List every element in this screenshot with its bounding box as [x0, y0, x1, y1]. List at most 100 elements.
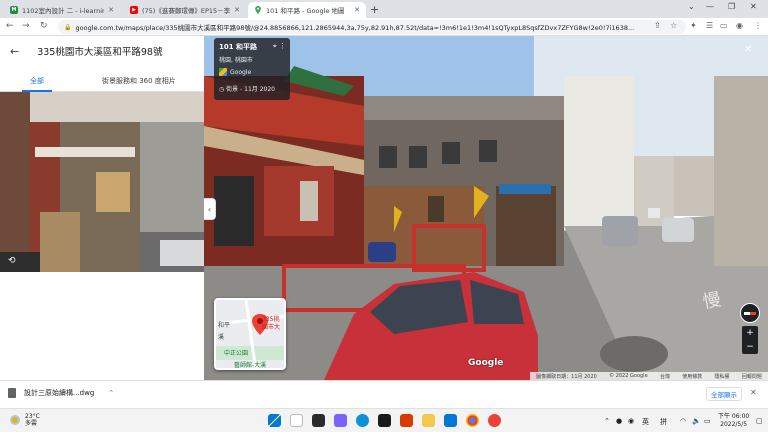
place-side-panel: ← 335桃園市大溪區和平路98號 全部 街景服務和 360 度相片 ⟲	[0, 36, 204, 380]
show-all-button[interactable]: 全部顯示	[706, 387, 742, 401]
attribution-bar: 圖像擷取日期：11月 2020 © 2022 Google 台灣 使用條款 隱私…	[530, 372, 768, 380]
zoom-in-button[interactable]: +	[742, 326, 758, 340]
weather-widget[interactable]: 23°C 多雲	[10, 413, 40, 427]
edge-icon[interactable]	[356, 414, 369, 427]
region-link[interactable]: 台灣	[660, 373, 670, 380]
search-icon[interactable]	[290, 414, 303, 427]
volume-icon[interactable]: 🔈	[692, 417, 701, 425]
maps-favicon-icon	[254, 6, 262, 14]
collapse-panel-button[interactable]: ‹	[204, 198, 216, 220]
ime-mode[interactable]: 拼	[660, 417, 667, 427]
battery-icon[interactable]: ▭	[704, 417, 711, 425]
share-icon[interactable]: ⇪	[654, 21, 661, 30]
weather-temp: 23°C	[25, 413, 40, 420]
pin-icon[interactable]: ⌖	[273, 42, 277, 50]
photo-tabs: 全部 街景服務和 360 度相片	[0, 72, 204, 92]
tab-google-maps[interactable]: 101 和平路 - Google 地圖 ✕	[248, 2, 366, 18]
tab-streetview-360[interactable]: 街景服務和 360 度相片	[102, 76, 176, 86]
line-app-icon[interactable]: ●	[616, 417, 622, 425]
minimize-button[interactable]: —	[706, 2, 714, 11]
close-tab-icon[interactable]: ✕	[108, 6, 114, 14]
location-subtitle: 桃園, 桃園市	[219, 57, 253, 64]
download-item[interactable]: 設計三原始續構...dwg ⌃	[8, 388, 114, 398]
close-street-view-button[interactable]: ✕	[744, 44, 752, 55]
file-explorer-icon[interactable]	[422, 414, 435, 427]
tab-all[interactable]: 全部	[30, 76, 44, 86]
google-maps-icon	[219, 68, 227, 76]
lock-icon[interactable]: 🔒	[64, 24, 71, 31]
svg-text:慢: 慢	[701, 289, 722, 313]
360-photo-icon: ⟲	[8, 256, 16, 266]
notification-icon[interactable]: ▢	[756, 417, 763, 425]
bookmark-star-icon[interactable]: ☆	[670, 21, 677, 30]
start-icon[interactable]	[268, 414, 281, 427]
tab-title: (75)《進賽鄭環傳》EP15－李示...	[142, 7, 231, 15]
tab-search-icon[interactable]: ⌄	[688, 2, 695, 11]
close-shelf-icon[interactable]: ✕	[750, 388, 757, 397]
ilearning-favicon-icon: M	[10, 6, 18, 14]
task-view-icon[interactable]	[312, 414, 325, 427]
clock[interactable]: 下午 06:00 2022/5/5	[718, 413, 749, 429]
panel-title: 335桃園市大溪區和平路98號	[37, 47, 163, 58]
chrome-icon[interactable]	[466, 414, 479, 427]
reload-icon[interactable]: ↻	[40, 21, 48, 31]
youtube-favicon-icon: ▶	[130, 6, 138, 14]
report-link[interactable]: 回報問題	[742, 373, 762, 380]
profile-avatar[interactable]: ◉	[736, 21, 743, 30]
maps-app-icon[interactable]	[488, 414, 501, 427]
sidepanel-icon[interactable]: ▭	[720, 21, 728, 30]
chat-icon[interactable]	[334, 414, 347, 427]
menu-kebab-icon[interactable]: ⋮	[754, 21, 762, 30]
close-window-button[interactable]: ✕	[750, 2, 757, 11]
wifi-icon[interactable]: ◠	[680, 417, 686, 425]
windows-taskbar: 23°C 多雲 ⌃ ● ◉ 英 拼 ◠ 🔈 ▭ 下午 06:00 2022/5/…	[0, 408, 768, 432]
timeline-button[interactable]: ◷ 街景 - 11月 2020	[219, 84, 285, 93]
tab-title: 101 和平路 - Google 地圖	[266, 7, 345, 15]
tray-overflow-icon[interactable]: ⌃	[604, 417, 610, 425]
minimap-label: 藝師館-大溪	[234, 362, 267, 369]
forward-icon[interactable]: →	[22, 21, 30, 31]
zoom-control: + −	[742, 326, 758, 354]
streetview-thumbnail[interactable]: ⟲	[0, 92, 204, 272]
download-shelf: 設計三原始續構...dwg ⌃ 全部顯示 ✕	[0, 380, 768, 408]
street-view-info-card: 101 和平路 桃園, 桃園市 Google ◷ 街景 - 11月 2020 ⌖…	[214, 38, 290, 100]
compass-button[interactable]	[740, 303, 760, 323]
minimap-label: 和平	[218, 322, 231, 329]
terms-link[interactable]: 使用條款	[682, 373, 702, 380]
weather-icon	[10, 415, 20, 425]
extensions-icon[interactable]: ✦	[690, 21, 697, 30]
timeline-label: 街景 - 11月 2020	[226, 86, 275, 93]
privacy-link[interactable]: 隱私權	[715, 373, 730, 380]
close-tab-icon[interactable]: ✕	[234, 6, 240, 14]
back-icon[interactable]: ←	[6, 21, 14, 31]
tab-ilearning[interactable]: M 1102室內設計 二 - i-learning平... ✕	[4, 2, 120, 18]
more-options-icon[interactable]: ⋮	[279, 42, 286, 50]
zoom-out-button[interactable]: −	[742, 340, 758, 354]
compass-needle-icon	[744, 311, 756, 315]
store-icon[interactable]	[378, 414, 391, 427]
browser-toolbar: ← → ↻ 🔒 google.com.tw/maps/place/335桃園市大…	[0, 18, 768, 36]
file-icon	[8, 388, 16, 398]
download-file-name: 設計三原始續構...dwg	[24, 389, 95, 397]
mini-map[interactable]: 335桃 園市大 和平 中正公園 藝師館-大溪 溪	[214, 298, 286, 370]
close-tab-icon[interactable]: ✕	[354, 6, 360, 14]
ime-language[interactable]: 英	[642, 417, 649, 427]
new-tab-button[interactable]: +	[370, 3, 379, 16]
panel-back-icon[interactable]: ←	[10, 45, 19, 58]
copyright: © 2022 Google	[609, 373, 648, 379]
google-brand: Google	[219, 68, 285, 76]
weather-desc: 多雲	[25, 420, 38, 427]
chrome-tray-icon[interactable]: ◉	[628, 417, 634, 425]
tab-youtube[interactable]: ▶ (75)《進賽鄭環傳》EP15－李示... ✕	[124, 2, 246, 18]
address-bar[interactable]: 🔒 google.com.tw/maps/place/335桃園市大溪區和平路9…	[58, 20, 686, 34]
info-card-actions: ⌖ ⋮	[273, 42, 286, 51]
tab-title: 1102室內設計 二 - i-learning平...	[22, 7, 105, 15]
office-icon[interactable]	[400, 414, 413, 427]
minimap-label: 溪	[218, 334, 225, 341]
capture-date: 圖像擷取日期：11月 2020	[536, 373, 597, 380]
chevron-up-icon[interactable]: ⌃	[108, 389, 114, 397]
reading-list-icon[interactable]: ☰	[706, 21, 713, 30]
clock-date: 2022/5/5	[720, 421, 748, 428]
maximize-button[interactable]: ❐	[728, 2, 735, 11]
mail-icon[interactable]	[444, 414, 457, 427]
